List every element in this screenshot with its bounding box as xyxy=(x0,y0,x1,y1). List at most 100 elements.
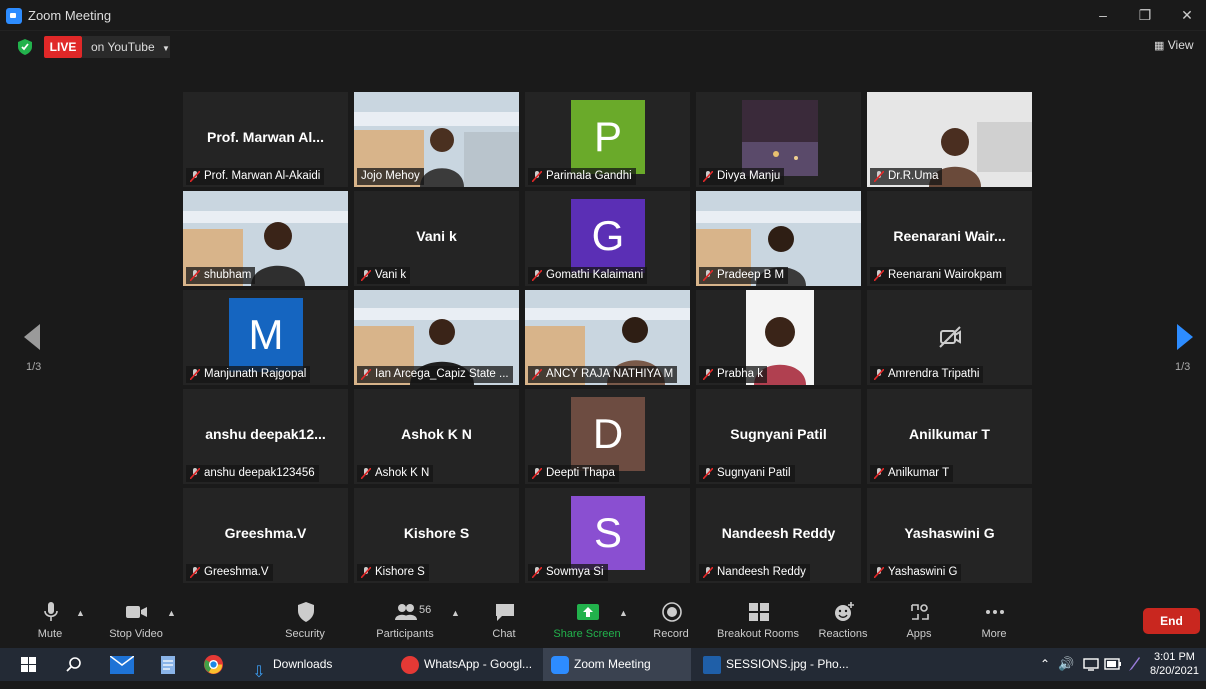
participant-name: Kishore S xyxy=(375,566,425,578)
participant-name: Vani k xyxy=(375,269,407,281)
share-screen-icon xyxy=(577,604,599,620)
participant-tile[interactable]: Nandeesh Reddy Nandeesh Reddy xyxy=(696,488,861,583)
participant-tile[interactable]: Sugnyani Patil Sugnyani Patil xyxy=(696,389,861,484)
breakout-rooms-icon xyxy=(749,603,769,621)
chat-bubble-icon xyxy=(496,604,514,621)
participant-tile[interactable]: S Sowmya Si xyxy=(525,488,690,583)
previous-page-arrow-icon[interactable] xyxy=(24,324,40,350)
window-title: Zoom Meeting xyxy=(28,8,112,23)
reactions-button[interactable]: Reactions xyxy=(803,598,883,646)
muted-mic-icon xyxy=(874,171,884,182)
close-button[interactable]: ✕ xyxy=(1172,4,1202,26)
breakout-rooms-button[interactable]: Breakout Rooms xyxy=(710,598,806,646)
participant-tile[interactable]: Prof. Marwan Al... Prof. Marwan Al-Akaid… xyxy=(183,92,348,187)
more-button[interactable]: More xyxy=(954,598,1034,646)
taskbar-clock[interactable]: 3:01 PM 8/20/2021 xyxy=(1150,650,1199,678)
taskbar-photos[interactable]: SESSIONS.jpg - Pho... xyxy=(697,648,849,681)
participant-tile[interactable]: Greeshma.V Greeshma.V xyxy=(183,488,348,583)
participant-tile[interactable]: Pradeep B M xyxy=(696,191,861,286)
title-bar: Zoom Meeting – ❐ ✕ xyxy=(0,0,1206,31)
battery-icon[interactable] xyxy=(1104,658,1122,670)
participant-avatar: P xyxy=(571,100,645,174)
participant-name: Sowmya Si xyxy=(546,566,604,578)
participant-tile[interactable]: P Parimala Gandhi xyxy=(525,92,690,187)
minimize-button[interactable]: – xyxy=(1088,4,1118,26)
end-meeting-button[interactable]: End xyxy=(1143,608,1200,634)
chrome-icon[interactable] xyxy=(203,654,224,675)
security-shield-icon[interactable] xyxy=(18,39,32,55)
muted-mic-icon xyxy=(532,468,542,479)
network-icon[interactable] xyxy=(1083,658,1099,671)
show-hidden-icons-chevron-icon[interactable]: ⌃ xyxy=(1040,657,1050,671)
taskbar-whatsapp-chrome[interactable]: WhatsApp - Googl... xyxy=(395,648,537,681)
participant-tile[interactable]: D Deepti Thapa xyxy=(525,389,690,484)
participant-name: Amrendra Tripathi xyxy=(888,368,980,380)
participant-tile[interactable]: Divya Manju xyxy=(696,92,861,187)
participant-tile[interactable]: M Manjunath Rajgopal xyxy=(183,290,348,385)
participant-name-tag: Kishore S xyxy=(357,564,429,581)
participant-name-tag: Ashok K N xyxy=(357,465,434,482)
taskbar-downloads-label: Downloads xyxy=(273,657,333,671)
participant-tile[interactable]: G Gomathi Kalaimani xyxy=(525,191,690,286)
stop-video-label: Stop Video xyxy=(109,628,163,640)
notepad-icon[interactable] xyxy=(158,655,178,675)
participant-name: Reenarani Wairokpam xyxy=(888,269,1002,281)
windows-start-icon[interactable] xyxy=(21,657,36,672)
next-page-arrow-icon[interactable] xyxy=(1177,324,1193,350)
participant-tile-active-speaker[interactable]: Jojo Mehoy xyxy=(354,92,519,187)
youtube-stream-dropdown[interactable]: on YouTube ▼ xyxy=(82,36,170,58)
shield-icon xyxy=(298,602,314,622)
mail-icon[interactable] xyxy=(110,656,134,674)
volume-icon[interactable]: 🔊 xyxy=(1058,656,1074,672)
video-options-caret-icon[interactable]: ▲ xyxy=(167,608,176,618)
participant-tile[interactable]: Ian Arcega_Capiz State ... xyxy=(354,290,519,385)
clock-date: 8/20/2021 xyxy=(1150,665,1199,677)
participant-name: Gomathi Kalaimani xyxy=(546,269,644,281)
share-screen-button[interactable]: Share Screen xyxy=(547,598,627,646)
participants-options-caret-icon[interactable]: ▲ xyxy=(451,608,460,618)
participant-tile[interactable]: Prabha k xyxy=(696,290,861,385)
page-indicator-right: 1/3 xyxy=(1175,361,1191,373)
participant-tile[interactable]: shubham xyxy=(183,191,348,286)
participant-tile[interactable]: Vani k Vani k xyxy=(354,191,519,286)
participant-name: Anilkumar T xyxy=(888,467,950,479)
participant-tile[interactable]: Reenarani Wair... Reenarani Wairokpam xyxy=(867,191,1032,286)
muted-mic-icon xyxy=(703,369,713,380)
video-off-icon xyxy=(939,326,961,348)
participants-button[interactable]: Participants xyxy=(365,598,445,646)
chat-button[interactable]: Chat xyxy=(464,598,544,646)
participant-name: Divya Manju xyxy=(717,170,781,182)
pen-icon[interactable] xyxy=(1127,656,1141,672)
participant-tile[interactable]: anshu deepak12... anshu deepak123456 xyxy=(183,389,348,484)
search-icon[interactable] xyxy=(66,656,82,672)
meeting-top-bar: LIVE on YouTube ▼ ▦ View xyxy=(0,31,1206,63)
photos-icon xyxy=(703,655,721,674)
participant-tile[interactable]: Yashaswini G Yashaswini G xyxy=(867,488,1032,583)
restore-button[interactable]: ❐ xyxy=(1130,4,1160,26)
live-badge[interactable]: LIVE xyxy=(44,36,82,58)
stream-label: on YouTube xyxy=(91,40,155,54)
taskbar-downloads[interactable]: ⇩ Downloads xyxy=(246,648,336,681)
share-options-caret-icon[interactable]: ▲ xyxy=(619,608,628,618)
taskbar-zoom-meeting[interactable]: Zoom Meeting xyxy=(543,648,691,681)
security-label: Security xyxy=(285,628,325,640)
participant-tile[interactable]: Kishore S Kishore S xyxy=(354,488,519,583)
participant-tile[interactable]: Dr.R.Uma xyxy=(867,92,1032,187)
participant-tile[interactable]: Amrendra Tripathi xyxy=(867,290,1032,385)
view-button[interactable]: ▦ View xyxy=(1154,38,1194,52)
participant-avatar: M xyxy=(229,298,303,372)
record-button[interactable]: Record xyxy=(631,598,711,646)
apps-button[interactable]: Apps xyxy=(879,598,959,646)
participant-tile[interactable]: ANCY RAJA NATHIYA M xyxy=(525,290,690,385)
participant-avatar: S xyxy=(571,496,645,570)
participant-name: Dr.R.Uma xyxy=(888,170,939,182)
mute-options-caret-icon[interactable]: ▲ xyxy=(76,608,85,618)
participant-tile[interactable]: Ashok K N Ashok K N xyxy=(354,389,519,484)
participant-tile[interactable]: Anilkumar T Anilkumar T xyxy=(867,389,1032,484)
mute-label: Mute xyxy=(37,628,63,640)
muted-mic-icon xyxy=(874,567,884,578)
participant-name: shubham xyxy=(204,269,252,281)
mute-button[interactable]: Mute xyxy=(10,598,90,646)
stop-video-button[interactable]: Stop Video xyxy=(96,598,176,646)
security-button[interactable]: Security xyxy=(265,598,345,646)
